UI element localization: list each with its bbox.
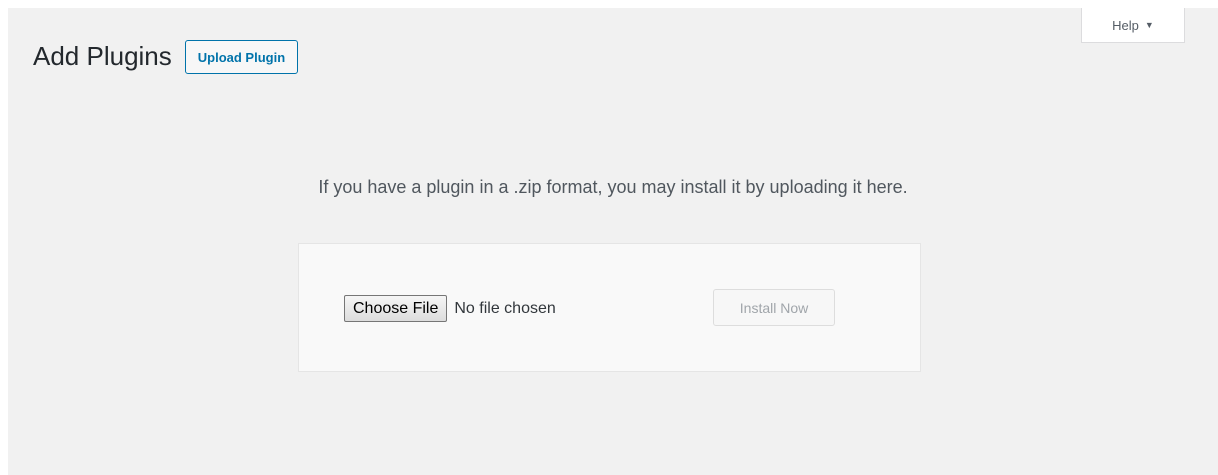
help-tab-label: Help	[1112, 17, 1139, 33]
file-picker: Choose File No file chosen	[344, 295, 556, 322]
help-tab-button[interactable]: Help ▼	[1081, 8, 1185, 43]
install-now-button[interactable]: Install Now	[713, 289, 835, 326]
caret-down-icon: ▼	[1144, 19, 1154, 30]
page-header: Add Plugins Upload Plugin	[33, 36, 299, 76]
page-content: Help ▼ Add Plugins Upload Plugin If you …	[8, 8, 1218, 475]
upload-instructions: If you have a plugin in a .zip format, y…	[318, 177, 908, 197]
upload-plugin-button[interactable]: Upload Plugin	[184, 40, 299, 74]
upload-plugin-form: Choose File No file chosen Install Now	[298, 243, 921, 372]
file-status-text: No file chosen	[454, 299, 556, 317]
page-title: Add Plugins	[33, 41, 172, 71]
choose-file-button[interactable]: Choose File	[344, 295, 448, 322]
